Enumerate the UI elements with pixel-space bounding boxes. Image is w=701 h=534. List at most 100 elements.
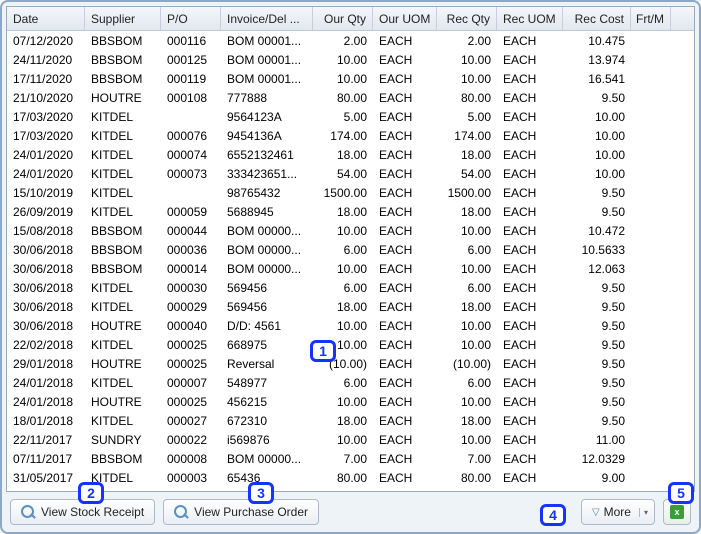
cell (631, 183, 671, 202)
cell: 569456 (221, 297, 313, 316)
table-row[interactable]: 30/06/2018HOUTRE000040D/D: 456110.00EACH… (7, 316, 694, 335)
cell: 18.00 (313, 202, 373, 221)
col-ourqty[interactable]: Our Qty (313, 7, 373, 30)
table-row[interactable]: 21/10/2020HOUTRE00010877788880.00EACH80.… (7, 88, 694, 107)
cell: 000040 (161, 316, 221, 335)
cell: 000029 (161, 297, 221, 316)
cell: 000007 (161, 373, 221, 392)
history-grid: Date Supplier P/O Invoice/Del ... Our Qt… (6, 6, 695, 492)
table-row[interactable]: 31/05/2017KITDEL0000036543680.00EACH80.0… (7, 468, 694, 487)
cell: BBSBOM (85, 221, 161, 240)
table-row[interactable]: 24/01/2020KITDEL000073333423651...54.00E… (7, 164, 694, 183)
cell: 548977 (221, 373, 313, 392)
table-row[interactable]: 30/06/2018BBSBOM000014BOM 00000...10.00E… (7, 259, 694, 278)
cell: KITDEL (85, 183, 161, 202)
table-row[interactable]: 24/01/2020KITDEL000074655213246118.00EAC… (7, 145, 694, 164)
cell: 9.50 (563, 354, 631, 373)
cell: 000125 (161, 50, 221, 69)
table-row[interactable]: 24/01/2018HOUTRE00002545621510.00EACH10.… (7, 392, 694, 411)
col-recqty[interactable]: Rec Qty (437, 7, 497, 30)
cell: 30/06/2018 (7, 259, 85, 278)
cell (631, 487, 671, 492)
col-po[interactable]: P/O (161, 7, 221, 30)
col-invoice[interactable]: Invoice/Del ... (221, 7, 313, 30)
cell: 26/09/2019 (7, 202, 85, 221)
table-row[interactable]: 07/11/2017BBSBOM000008BOM 00000...7.00EA… (7, 449, 694, 468)
table-row[interactable]: 26/09/2019KITDEL000059568894518.00EACH18… (7, 202, 694, 221)
table-row[interactable]: 15/08/2018BBSBOM000044BOM 00000...10.00E… (7, 221, 694, 240)
cell (161, 107, 221, 126)
col-reccost[interactable]: Rec Cost (563, 7, 631, 30)
cell: EACH (497, 126, 563, 145)
cell: KITDEL (85, 278, 161, 297)
cell: EACH (373, 354, 437, 373)
cell: KITDEL (85, 164, 161, 183)
table-row[interactable]: 30/06/2018KITDEL00002956945618.00EACH18.… (7, 297, 694, 316)
cell: 000076 (161, 126, 221, 145)
cell: 6.00 (437, 278, 497, 297)
cell: 10.00 (437, 430, 497, 449)
col-recuom[interactable]: Rec UOM (497, 7, 563, 30)
cell: 17/03/2020 (7, 107, 85, 126)
more-button[interactable]: ▽ More ▾ (581, 499, 655, 525)
cell: 000044 (161, 221, 221, 240)
col-frt[interactable]: Frt/M (631, 7, 671, 30)
cell: 9454136A (221, 126, 313, 145)
cell: 10.00 (437, 221, 497, 240)
cell: EACH (497, 107, 563, 126)
cell: 9.50 (563, 202, 631, 221)
cell: 5688945 (221, 202, 313, 221)
col-date[interactable]: Date (7, 7, 85, 30)
chevron-down-icon: ▽ (592, 507, 600, 518)
table-row[interactable]: 17/03/2020KITDEL0000769454136A174.00EACH… (7, 126, 694, 145)
cell: 000073 (161, 164, 221, 183)
table-row[interactable]: 18/01/2018KITDEL00002767231018.00EACH18.… (7, 411, 694, 430)
cell: 16.541 (563, 69, 631, 88)
cell: EACH (373, 50, 437, 69)
cell: KITDEL (85, 411, 161, 430)
cell: 10.00 (563, 107, 631, 126)
cell: 98765432 (221, 183, 313, 202)
table-row[interactable]: 24/01/2018KITDEL0000075489776.00EACH6.00… (7, 373, 694, 392)
table-row[interactable]: 30/06/2018BBSBOM000036BOM 00000...6.00EA… (7, 240, 694, 259)
table-row[interactable]: 17/03/2020KITDEL9564123A5.00EACH5.00EACH… (7, 107, 694, 126)
cell: EACH (497, 183, 563, 202)
cell: 10.00 (563, 164, 631, 183)
cell: 000059 (161, 202, 221, 221)
cell (631, 240, 671, 259)
table-row[interactable]: 31/05/2017KITDEL000002568910.00EACH10.00… (7, 487, 694, 492)
cell: 9.50 (563, 88, 631, 107)
table-row[interactable]: 17/11/2020BBSBOM000119BOM 00001...10.00E… (7, 69, 694, 88)
cell: 000002 (161, 487, 221, 492)
table-row[interactable]: 22/11/2017SUNDRY000022i56987610.00EACH10… (7, 430, 694, 449)
magnifier-icon (174, 505, 188, 519)
cell: EACH (373, 107, 437, 126)
cell: D/D: 4561 (221, 316, 313, 335)
cell: 9.50 (563, 392, 631, 411)
table-row[interactable]: 22/02/2018KITDEL00002566897510.00EACH10.… (7, 335, 694, 354)
cell: 11.00 (563, 430, 631, 449)
magnifier-icon (21, 505, 35, 519)
table-row[interactable]: 29/01/2018HOUTRE000025Reversal(10.00)EAC… (7, 354, 694, 373)
col-ouruom[interactable]: Our UOM (373, 7, 437, 30)
cell: 30/06/2018 (7, 240, 85, 259)
cell: 9.50 (563, 373, 631, 392)
table-row[interactable]: 24/11/2020BBSBOM000125BOM 00001...10.00E… (7, 50, 694, 69)
col-supplier[interactable]: Supplier (85, 7, 161, 30)
table-row[interactable]: 07/12/2020BBSBOM000116BOM 00001...2.00EA… (7, 31, 694, 50)
callout-5: 5 (668, 482, 694, 504)
cell: 000074 (161, 145, 221, 164)
cell: 000119 (161, 69, 221, 88)
cell: 31/05/2017 (7, 487, 85, 492)
view-purchase-order-button[interactable]: View Purchase Order (163, 499, 319, 525)
excel-icon: x (670, 505, 684, 519)
bottom-toolbar: View Stock Receipt View Purchase Order ▽… (6, 492, 695, 528)
table-row[interactable]: 15/10/2019KITDEL987654321500.00EACH1500.… (7, 183, 694, 202)
cell: EACH (373, 88, 437, 107)
cell: BBSBOM (85, 69, 161, 88)
table-row[interactable]: 30/06/2018KITDEL0000305694566.00EACH6.00… (7, 278, 694, 297)
cell: 9.50 (563, 183, 631, 202)
cell (631, 259, 671, 278)
cell: 10.00 (437, 487, 497, 492)
cell: KITDEL (85, 126, 161, 145)
